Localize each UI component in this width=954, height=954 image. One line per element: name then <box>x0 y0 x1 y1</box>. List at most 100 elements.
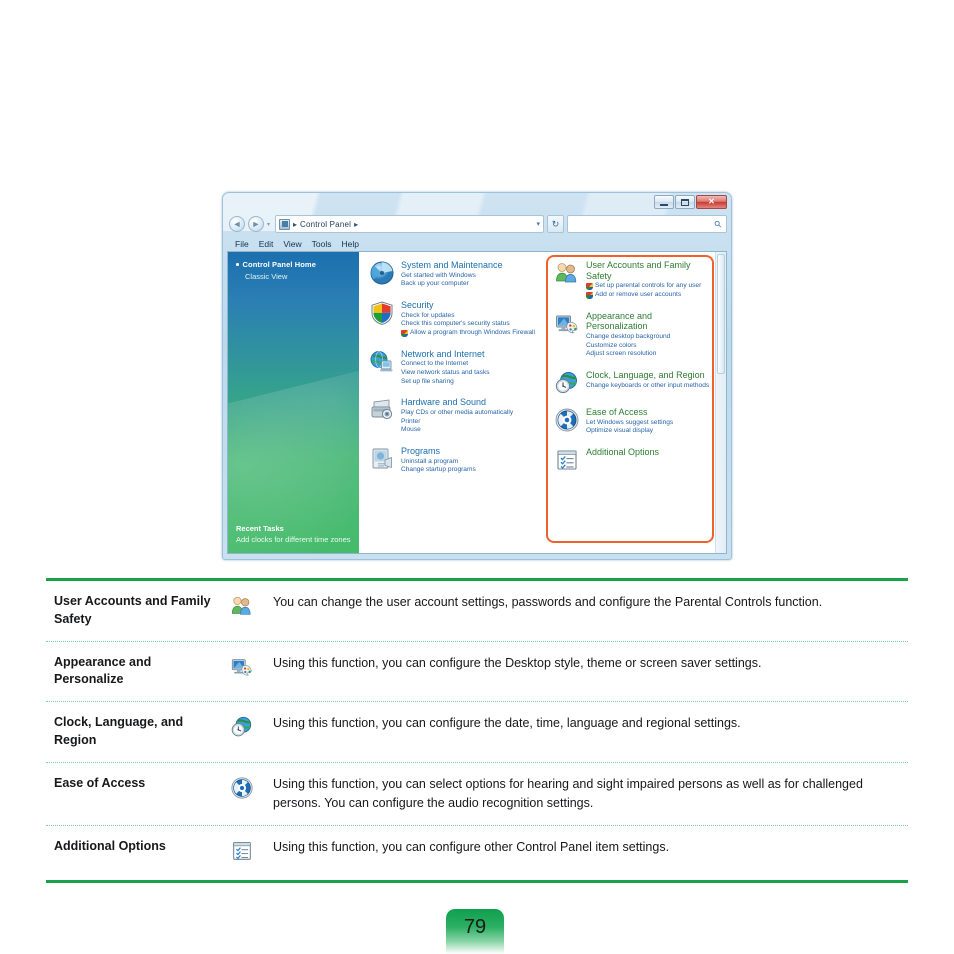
table-row: Appearance and Personalize Using this fu… <box>46 642 908 702</box>
table-row-description: Using this function, you can configure t… <box>273 655 762 670</box>
refresh-icon[interactable]: ↻ <box>547 215 564 233</box>
table-row-description: Using this function, you can select opti… <box>273 776 863 810</box>
navigation-bar: ◄ ► ▾ ▸ Control Panel ▸ ▾ ↻ ⚲ <box>227 213 727 235</box>
scrollbar-thumb[interactable] <box>717 254 725 374</box>
category-column-left: System and Maintenance Get started with … <box>359 260 544 553</box>
close-button[interactable]: ✕ <box>696 195 727 209</box>
window-client-area: Control Panel Home Classic View Recent T… <box>227 251 727 554</box>
category-link[interactable]: Change startup programs <box>401 466 540 475</box>
category-link[interactable]: Set up file sharing <box>401 378 540 387</box>
category-user-accounts-and-family-safety[interactable]: User Accounts and Family Safety Set up p… <box>554 260 712 300</box>
category-ease-of-access[interactable]: Ease of Access Let Windows suggest setti… <box>554 407 712 436</box>
system-maintenance-icon <box>369 260 395 286</box>
maximize-button[interactable] <box>675 195 695 209</box>
category-link[interactable]: Play CDs or other media automatically <box>401 409 540 418</box>
breadcrumb-separator: ▸ <box>293 219 298 229</box>
address-bar[interactable]: ▸ Control Panel ▸ ▾ <box>275 215 544 233</box>
appearance-personalization-icon <box>554 311 580 337</box>
additional-options-icon <box>554 447 580 473</box>
category-link-uac[interactable]: Set up parental controls for any user <box>586 282 712 291</box>
control-panel-icon <box>279 218 291 230</box>
menu-bar: File Edit View Tools Help <box>227 237 727 251</box>
category-link[interactable]: Get started with Windows <box>401 272 540 281</box>
task-pane-sidebar: Control Panel Home Classic View Recent T… <box>228 252 359 553</box>
category-appearance-and-personalization[interactable]: Appearance and Personalization Change de… <box>554 311 712 359</box>
menu-item-file[interactable]: File <box>235 239 249 249</box>
category-link[interactable]: Optimize visual display <box>586 427 712 436</box>
category-link[interactable]: Let Windows suggest settings <box>586 419 712 428</box>
sidebar-label-home: Control Panel Home <box>242 260 316 269</box>
category-column-right: User Accounts and Family Safety Set up p… <box>544 255 714 553</box>
category-programs[interactable]: Programs Uninstall a program Change star… <box>369 446 540 475</box>
clock-language-region-icon <box>211 714 273 739</box>
category-link-label: Add or remove user accounts <box>595 290 682 298</box>
table-row-label: Clock, Language, and Region <box>54 715 184 747</box>
chevron-down-icon[interactable]: ▾ <box>267 221 270 228</box>
category-clock-language-and-region[interactable]: Clock, Language, and Region Change keybo… <box>554 370 712 396</box>
ease-of-access-icon <box>554 407 580 433</box>
category-title: Security <box>401 300 434 311</box>
recent-task-item[interactable]: Add clocks for different time zones <box>236 535 353 545</box>
table-row-label: Ease of Access <box>54 775 146 790</box>
breadcrumb-separator-2: ▸ <box>354 219 359 229</box>
category-title: Ease of Access <box>586 406 648 417</box>
category-link[interactable]: Mouse <box>401 426 540 435</box>
category-title: Additional Options <box>586 446 660 457</box>
category-link[interactable]: Check for updates <box>401 312 540 321</box>
menu-item-edit[interactable]: Edit <box>259 239 274 249</box>
category-system-and-maintenance[interactable]: System and Maintenance Get started with … <box>369 260 540 289</box>
category-additional-options[interactable]: Additional Options <box>554 447 712 473</box>
category-title: Hardware and Sound <box>401 397 487 408</box>
category-link[interactable]: Back up your computer <box>401 280 540 289</box>
category-title: Network and Internet <box>401 348 485 359</box>
forward-arrow-icon[interactable]: ► <box>248 216 264 232</box>
breadcrumb-control-panel[interactable]: Control Panel <box>300 220 351 229</box>
category-link[interactable]: Connect to the Internet <box>401 360 540 369</box>
table-bottom-rule <box>46 880 908 884</box>
search-input[interactable]: ⚲ <box>567 215 727 233</box>
menu-item-tools[interactable]: Tools <box>312 239 332 249</box>
sidebar-item-control-panel-home[interactable]: Control Panel Home <box>236 260 353 269</box>
description-table: User Accounts and Family Safety You can … <box>46 578 908 884</box>
recent-tasks-title: Recent Tasks <box>236 524 284 534</box>
hardware-sound-icon <box>369 397 395 423</box>
category-link-uac[interactable]: Allow a program through Windows Firewall <box>401 329 540 338</box>
category-link[interactable]: Printer <box>401 418 540 427</box>
table-row: User Accounts and Family Safety You can … <box>46 581 908 641</box>
category-link[interactable]: Adjust screen resolution <box>586 350 712 359</box>
network-internet-icon <box>369 349 395 375</box>
sidebar-item-classic-view[interactable]: Classic View <box>236 272 353 281</box>
uac-shield-icon <box>401 330 408 338</box>
table-row-label: Appearance and Personalize <box>54 654 152 687</box>
category-network-and-internet[interactable]: Network and Internet Connect to the Inte… <box>369 349 540 387</box>
table-row: Clock, Language, and Region Using this f… <box>46 702 908 762</box>
category-hardware-and-sound[interactable]: Hardware and Sound Play CDs or other med… <box>369 397 540 435</box>
category-link[interactable]: Uninstall a program <box>401 458 540 467</box>
uac-shield-icon <box>586 283 593 291</box>
menu-item-help[interactable]: Help <box>341 239 358 249</box>
back-arrow-icon[interactable]: ◄ <box>229 216 245 232</box>
additional-options-icon <box>211 838 273 863</box>
uac-shield-icon <box>586 291 593 299</box>
appearance-personalization-icon <box>211 654 273 679</box>
address-dropdown-icon[interactable]: ▾ <box>536 220 540 228</box>
category-security[interactable]: Security Check for updates Check this co… <box>369 300 540 338</box>
user-accounts-icon <box>211 593 273 618</box>
category-link-label: Set up parental controls for any user <box>595 282 702 290</box>
category-link[interactable]: Change keyboards or other input methods <box>586 382 712 391</box>
category-link[interactable]: View network status and tasks <box>401 369 540 378</box>
category-link[interactable]: Check this computer's security status <box>401 320 540 329</box>
category-link[interactable]: Change desktop background <box>586 333 712 342</box>
category-link[interactable]: Customize colors <box>586 342 712 351</box>
menu-item-view[interactable]: View <box>283 239 301 249</box>
category-title: Programs <box>401 446 441 457</box>
table-row-label: Additional Options <box>54 839 166 854</box>
programs-icon <box>369 446 395 472</box>
category-link-uac[interactable]: Add or remove user accounts <box>586 291 712 300</box>
magnifier-icon: ⚲ <box>712 217 725 230</box>
control-panel-content: System and Maintenance Get started with … <box>359 252 726 553</box>
category-title: User Accounts and Family Safety <box>586 260 691 281</box>
minimize-button[interactable] <box>654 195 674 209</box>
vertical-scrollbar[interactable] <box>715 252 726 553</box>
control-panel-screenshot: ✕ ◄ ► ▾ ▸ Control Panel ▸ ▾ ↻ ⚲ File Edi… <box>222 192 732 560</box>
